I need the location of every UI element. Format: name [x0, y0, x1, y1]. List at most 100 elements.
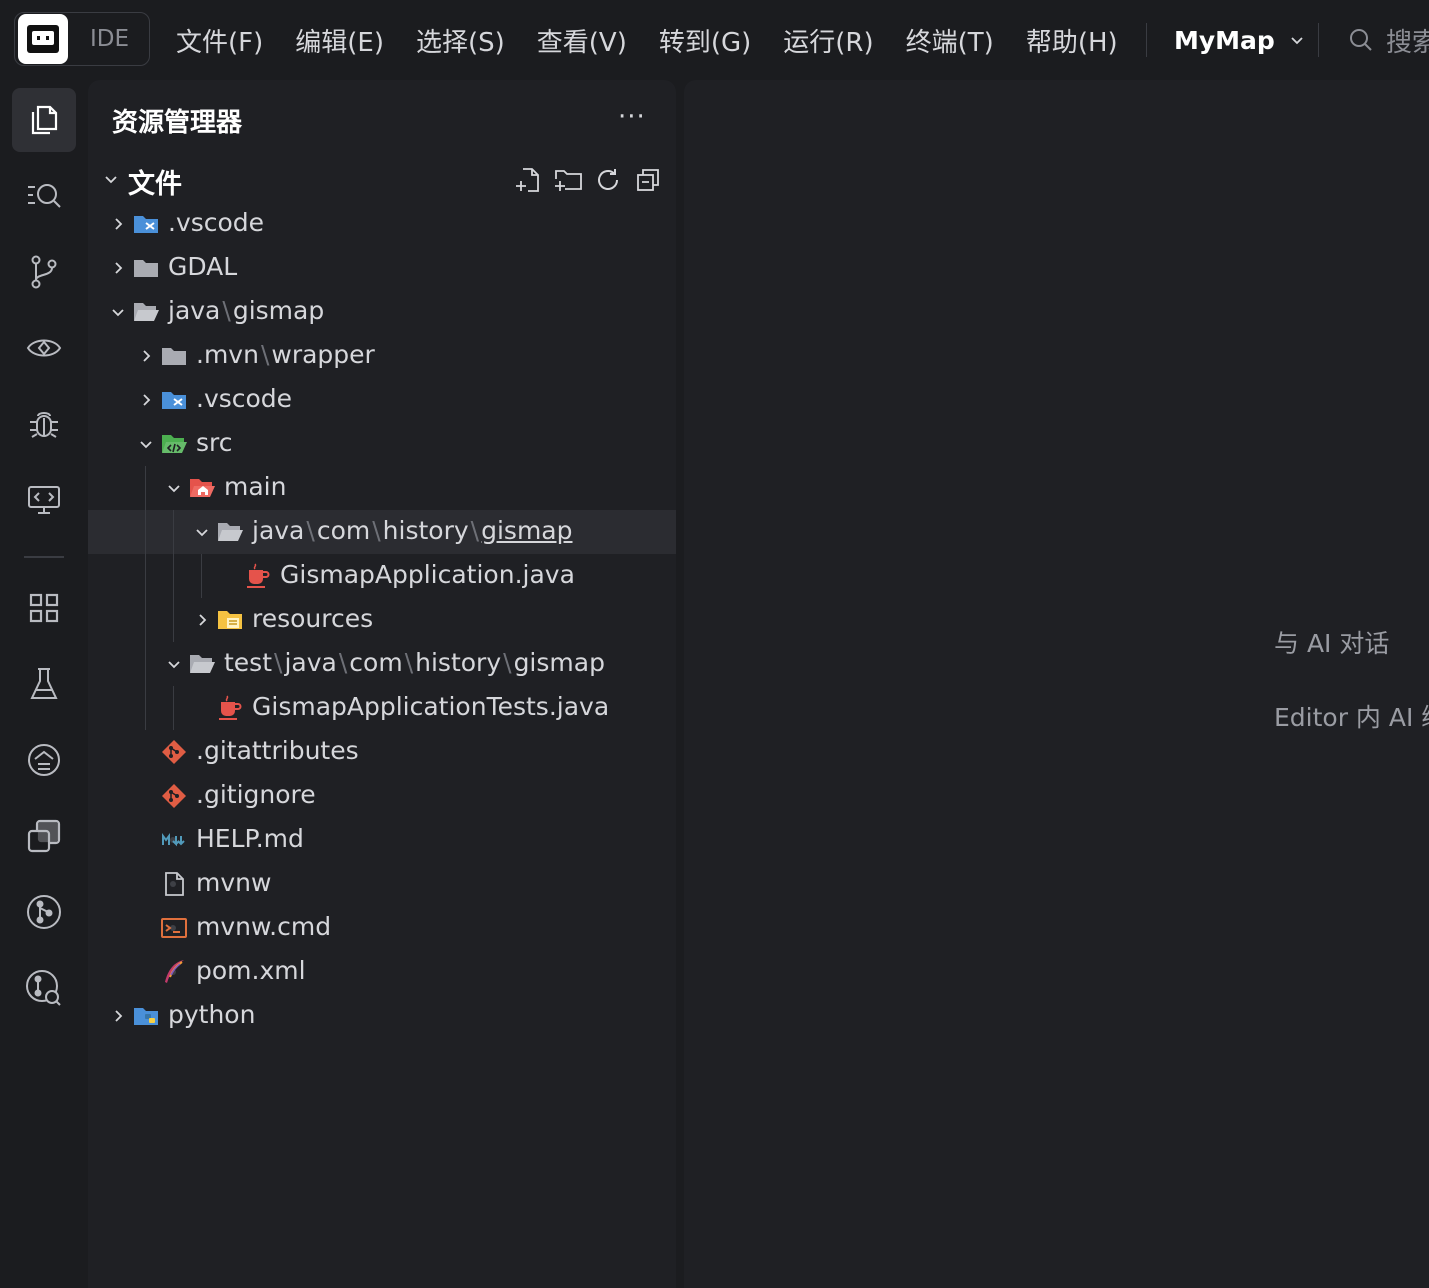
tree-folder-row[interactable]: main — [88, 466, 676, 510]
new-folder-icon — [555, 170, 582, 191]
tree-file-row[interactable]: pom.xml — [88, 950, 676, 994]
tree-file-row[interactable]: .gitignore — [88, 774, 676, 818]
activity-divider — [24, 556, 64, 558]
tree-file-row[interactable]: GismapApplicationTests.java — [88, 686, 676, 730]
refresh-button[interactable] — [588, 162, 628, 198]
chevron-right-icon[interactable] — [109, 215, 127, 233]
copy-button[interactable] — [12, 804, 76, 868]
path-separator: \ — [260, 340, 270, 369]
new-folder-button[interactable] — [548, 162, 588, 198]
git-file-icon — [160, 782, 188, 810]
tree-folder-row[interactable]: .mvn\wrapper — [88, 334, 676, 378]
path-segment[interactable]: gismap — [233, 296, 324, 325]
path-segment[interactable]: java — [284, 648, 336, 677]
tree-item-label: .vscode — [196, 384, 293, 413]
tree-item-label: .gitattributes — [196, 736, 359, 765]
preview-button[interactable] — [12, 316, 76, 380]
ai-assistant-button[interactable] — [12, 728, 76, 792]
git-graph-button[interactable] — [12, 880, 76, 944]
java-file-icon — [216, 694, 244, 722]
chevron-right-icon[interactable] — [193, 611, 211, 629]
path-segment[interactable]: .mvn — [196, 340, 259, 369]
tree-file-row[interactable]: mvnw — [88, 862, 676, 906]
python-folder-icon — [132, 1002, 160, 1030]
path-segment[interactable]: java — [168, 296, 220, 325]
remote-button[interactable] — [12, 468, 76, 532]
collapse-all-icon — [637, 169, 659, 191]
git-file-icon — [160, 738, 188, 766]
path-separator: \ — [470, 516, 480, 545]
search-panel-button[interactable] — [12, 164, 76, 228]
chevron-down-icon[interactable] — [109, 303, 127, 321]
folder-open-icon — [188, 650, 216, 678]
menu-terminal[interactable]: 终端(T) — [890, 22, 1010, 59]
menu-view[interactable]: 查看(V) — [521, 22, 643, 59]
git-search-icon — [26, 970, 61, 1006]
tree-item-label: src — [196, 428, 233, 457]
tree-item-label: .gitignore — [196, 780, 316, 809]
menu-run[interactable]: 运行(R) — [767, 22, 889, 59]
path-separator: \ — [404, 648, 414, 677]
chevron-right-icon[interactable] — [137, 391, 155, 409]
tree-file-row[interactable]: HELP.md — [88, 818, 676, 862]
tree-folder-row[interactable]: python — [88, 994, 676, 1038]
tree-file-row[interactable]: GismapApplication.java — [88, 554, 676, 598]
chevron-down-icon[interactable] — [165, 655, 183, 673]
chevron-down-icon[interactable] — [137, 435, 155, 453]
section-title: 文件 — [128, 169, 182, 200]
path-segment[interactable]: gismap — [481, 516, 572, 545]
path-segment[interactable]: com — [349, 648, 402, 677]
resources-folder-icon — [216, 606, 244, 634]
tree-folder-row[interactable]: GDAL — [88, 246, 676, 290]
tree-folder-row[interactable]: resources — [88, 598, 676, 642]
collapse-all-button[interactable] — [628, 162, 668, 198]
explorer-button[interactable] — [12, 88, 76, 152]
chevron-down-icon[interactable] — [165, 479, 183, 497]
tree-file-row[interactable]: mvnw.cmd — [88, 906, 676, 950]
testing-button[interactable] — [12, 652, 76, 716]
source-control-button[interactable] — [12, 240, 76, 304]
refresh-icon — [598, 169, 618, 190]
new-file-button[interactable] — [508, 162, 548, 198]
command-search[interactable]: 搜索 — [1348, 0, 1429, 80]
path-separator: \ — [338, 648, 348, 677]
tree-file-row[interactable]: .gitattributes — [88, 730, 676, 774]
chevron-down-icon[interactable] — [193, 523, 211, 541]
path-segment[interactable]: com — [317, 516, 370, 545]
chevron-right-icon[interactable] — [109, 1007, 127, 1025]
source-control-icon — [31, 255, 57, 289]
path-segment[interactable]: java — [252, 516, 304, 545]
chevron-right-icon[interactable] — [109, 259, 127, 277]
tree-folder-row[interactable]: .vscode — [88, 202, 676, 246]
path-segment[interactable]: history — [383, 516, 469, 545]
project-name: MyMap — [1174, 25, 1275, 55]
copy-icon — [27, 819, 61, 853]
tree-folder-row[interactable]: .vscode — [88, 378, 676, 422]
indent-guide — [173, 686, 174, 730]
tree-folder-row[interactable]: java\gismap — [88, 290, 676, 334]
path-segment[interactable]: wrapper — [271, 340, 374, 369]
tree-folder-row[interactable]: test\java\com\history\gismap — [88, 642, 676, 686]
search-label: 搜索 — [1386, 27, 1429, 58]
path-segment[interactable]: test — [224, 648, 272, 677]
path-segment[interactable]: history — [415, 648, 501, 677]
path-segment[interactable]: gismap — [514, 648, 605, 677]
menu-edit[interactable]: 编辑(E) — [279, 22, 400, 59]
extensions-button[interactable] — [12, 576, 76, 640]
path-separator: \ — [274, 648, 283, 677]
more-actions-icon[interactable]: ··· — [618, 102, 646, 132]
section-header[interactable]: 文件 — [88, 158, 676, 202]
menu-help[interactable]: 帮助(H) — [1010, 22, 1134, 59]
tree-folder-row[interactable]: src — [88, 422, 676, 466]
app-brand[interactable]: IDE — [14, 12, 150, 66]
project-switcher[interactable]: MyMap — [1174, 0, 1305, 80]
menu-file[interactable]: 文件(F) — [160, 22, 279, 59]
title-bar: IDE 文件(F) 编辑(E) 选择(S) 查看(V) 转到(G) 运行(R) … — [0, 0, 1429, 80]
chevron-right-icon[interactable] — [137, 347, 155, 365]
git-search-button[interactable] — [12, 956, 76, 1020]
menu-go[interactable]: 转到(G) — [643, 22, 767, 59]
explorer-panel: 资源管理器 ··· 文件 .vscode GDAL java\gismap .mvn\… — [88, 80, 676, 1288]
tree-folder-row[interactable]: java\com\history\gismap — [88, 510, 676, 554]
debug-button[interactable] — [12, 392, 76, 456]
menu-selection[interactable]: 选择(S) — [400, 22, 521, 59]
